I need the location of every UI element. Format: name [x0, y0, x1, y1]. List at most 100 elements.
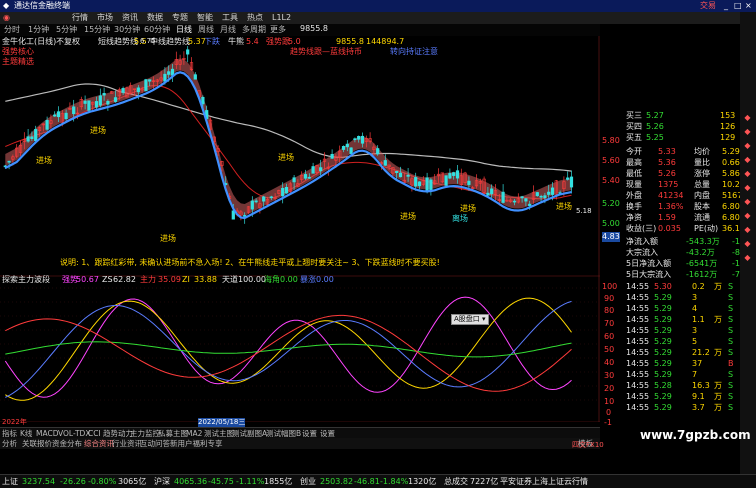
stat-value: 41234	[658, 191, 684, 200]
flow-value: -6541万	[686, 259, 718, 268]
date-axis: 2022年 2022/05/18三	[0, 418, 600, 427]
status-hs-change: -45.75	[208, 477, 234, 486]
status-server[interactable]: 平安证券上海上证云行情	[500, 475, 588, 488]
menu-item-markets[interactable]: 市场	[97, 12, 113, 24]
stat-value-2: 36.1	[722, 224, 740, 233]
sidebar-icon-11[interactable]: ◆	[742, 252, 753, 263]
stat-value: 5.36	[658, 158, 676, 167]
tick-price: 5.28	[654, 381, 672, 390]
osc-e-label: 天道	[222, 275, 238, 284]
sidebar-icon-4[interactable]: ◆	[742, 154, 753, 165]
status-total-label: 总成交	[444, 477, 468, 486]
minimize-icon[interactable]: _	[724, 0, 728, 12]
menu-item-market[interactable]: 行情	[72, 12, 88, 24]
stat-value: 1.36%	[658, 202, 684, 211]
tick-time: 14:55	[626, 293, 650, 302]
signal-enter-2: 进场	[90, 126, 106, 135]
tab-related-quote[interactable]: 关联报价	[22, 438, 52, 449]
sidebar-icon-10[interactable]: ◆	[742, 238, 753, 249]
sidebar-icon-6[interactable]: ◆	[742, 182, 753, 193]
sidebar-icon-3[interactable]: ◆	[742, 140, 753, 151]
tick-row: 14:55 5.28 16.3 万 S	[624, 380, 756, 391]
tick-volume: 1.1	[692, 315, 705, 324]
title-bar: ◆ 通达信金融终端 交易 _ □ ×	[0, 0, 756, 12]
osc-b-label: ZS	[102, 275, 113, 284]
popup-label[interactable]: A股盘口 ▾	[454, 315, 486, 323]
sidebar-icon-7[interactable]: ◆	[742, 196, 753, 207]
stat-row: 最高 5.36 量比 0.66	[624, 157, 756, 168]
tick-row: 14:55 5.29 3 S	[624, 325, 756, 336]
stat-label-2: 均价	[694, 147, 710, 156]
signal-enter-1: 进场	[36, 156, 52, 165]
stat-label-2: PE(动)	[694, 224, 719, 233]
status-hs-name[interactable]: 沪深	[154, 475, 170, 488]
close-icon[interactable]: ×	[745, 0, 752, 12]
tick-volume: 16.3	[692, 381, 710, 390]
menu-item-smart[interactable]: 智能	[197, 12, 213, 24]
status-hs-amount: 1855亿	[264, 477, 293, 486]
stat-label-2: 量比	[694, 158, 710, 167]
maximize-icon[interactable]: □	[734, 0, 742, 12]
menu-item-l1l2[interactable]: L1L2	[272, 12, 291, 24]
tick-time: 14:55	[626, 392, 650, 401]
tab-fund-distribution[interactable]: 资金分布	[52, 438, 82, 449]
tick-unit: 万	[714, 381, 722, 390]
stat-value-2: 5.86	[722, 169, 740, 178]
status-hs-pct: -1.11%	[236, 477, 265, 486]
tab-news[interactable]: 综合资讯	[84, 438, 114, 449]
tick-side: S	[728, 315, 734, 324]
sub-y-axis: 100 90 80 70 60 50 40 30 20 10 0 -1	[602, 280, 624, 430]
osc-a-value: 50.67	[76, 275, 99, 284]
menu-item-topic[interactable]: 专题	[172, 12, 188, 24]
sidebar-icon-2[interactable]: ◆	[742, 126, 753, 137]
fx10-label[interactable]: 四文FX10	[572, 440, 604, 450]
tick-volume: 4	[692, 304, 698, 313]
y-tick-2: 5.60	[602, 156, 620, 165]
menu-logo-icon[interactable]: ◉	[3, 12, 10, 24]
flow-row: 5日净流入额-6541万-16%	[624, 258, 756, 269]
flow-label: 净流入额	[626, 237, 658, 246]
tab-industry-news[interactable]: 行业资讯	[112, 438, 142, 449]
signal-exit-1: 离场	[452, 214, 468, 223]
flow-label: 大宗流入	[626, 248, 658, 257]
osc-name[interactable]: 探索主力波段	[2, 275, 50, 285]
tick-price: 5.29	[654, 403, 672, 412]
sub-y-tick-30: 30	[604, 371, 615, 380]
tick-row: 14:55 5.29 9.1 万 S	[624, 391, 756, 402]
osc-f-label: 海角	[264, 275, 280, 284]
sub-y-tick-70: 70	[604, 319, 615, 328]
tab-new-user[interactable]: 新用户福利专享	[170, 438, 223, 449]
flow-value: -1612万	[686, 270, 718, 279]
status-cy-name[interactable]: 创业	[300, 475, 316, 488]
menu-item-hot[interactable]: 热点	[247, 12, 263, 24]
sub-y-tick-10: 10	[604, 397, 615, 406]
sidebar-icon-8[interactable]: ◆	[742, 210, 753, 221]
panel-tabs: 分析 关联报价 资金分布 综合资讯 行业资讯 互动问答 新用户福利专享 模板	[0, 438, 600, 449]
tick-time: 14:55	[626, 282, 650, 291]
tick-unit: 万	[714, 403, 722, 412]
tick-unit: 万	[714, 282, 722, 291]
osc-b-value: 62.82	[113, 275, 136, 284]
info-value-6: 9855.8	[300, 24, 328, 33]
sidebar-icon-1[interactable]: ◆	[742, 112, 753, 123]
popup-menu[interactable]: A股盘口 ▾	[451, 314, 489, 325]
strategy-notice: 说明: 1、跟踪红彩带, 未确认进场前不急入场! 2、在牛熊线走平或上翘时要关注…	[60, 258, 540, 268]
flow-row: 5日大宗流入-1612万-7%	[624, 269, 756, 280]
sidebar-icon-9[interactable]: ◆	[742, 224, 753, 235]
stat-label-2: 流通	[694, 213, 710, 222]
menu-item-data[interactable]: 数据	[147, 12, 163, 24]
flow-label: 5日净流入额	[626, 259, 672, 268]
tick-time: 14:55	[626, 403, 650, 412]
trade-link[interactable]: 交易	[700, 0, 716, 12]
stat-value-2: 5.29	[722, 147, 740, 156]
sidebar-icon-5[interactable]: ◆	[742, 168, 753, 179]
window-title: 通达信金融终端	[14, 1, 70, 10]
stat-row: 今开 5.33 均价 5.29	[624, 146, 756, 157]
stat-value-2: 0.66	[722, 158, 740, 167]
tab-analysis[interactable]: 分析	[2, 438, 17, 449]
menu-item-news[interactable]: 资讯	[122, 12, 138, 24]
menu-item-tools[interactable]: 工具	[222, 12, 238, 24]
status-sh-name[interactable]: 上证	[2, 475, 18, 488]
tab-qa[interactable]: 互动问答	[140, 438, 170, 449]
bid-price: 5.27	[646, 111, 664, 120]
